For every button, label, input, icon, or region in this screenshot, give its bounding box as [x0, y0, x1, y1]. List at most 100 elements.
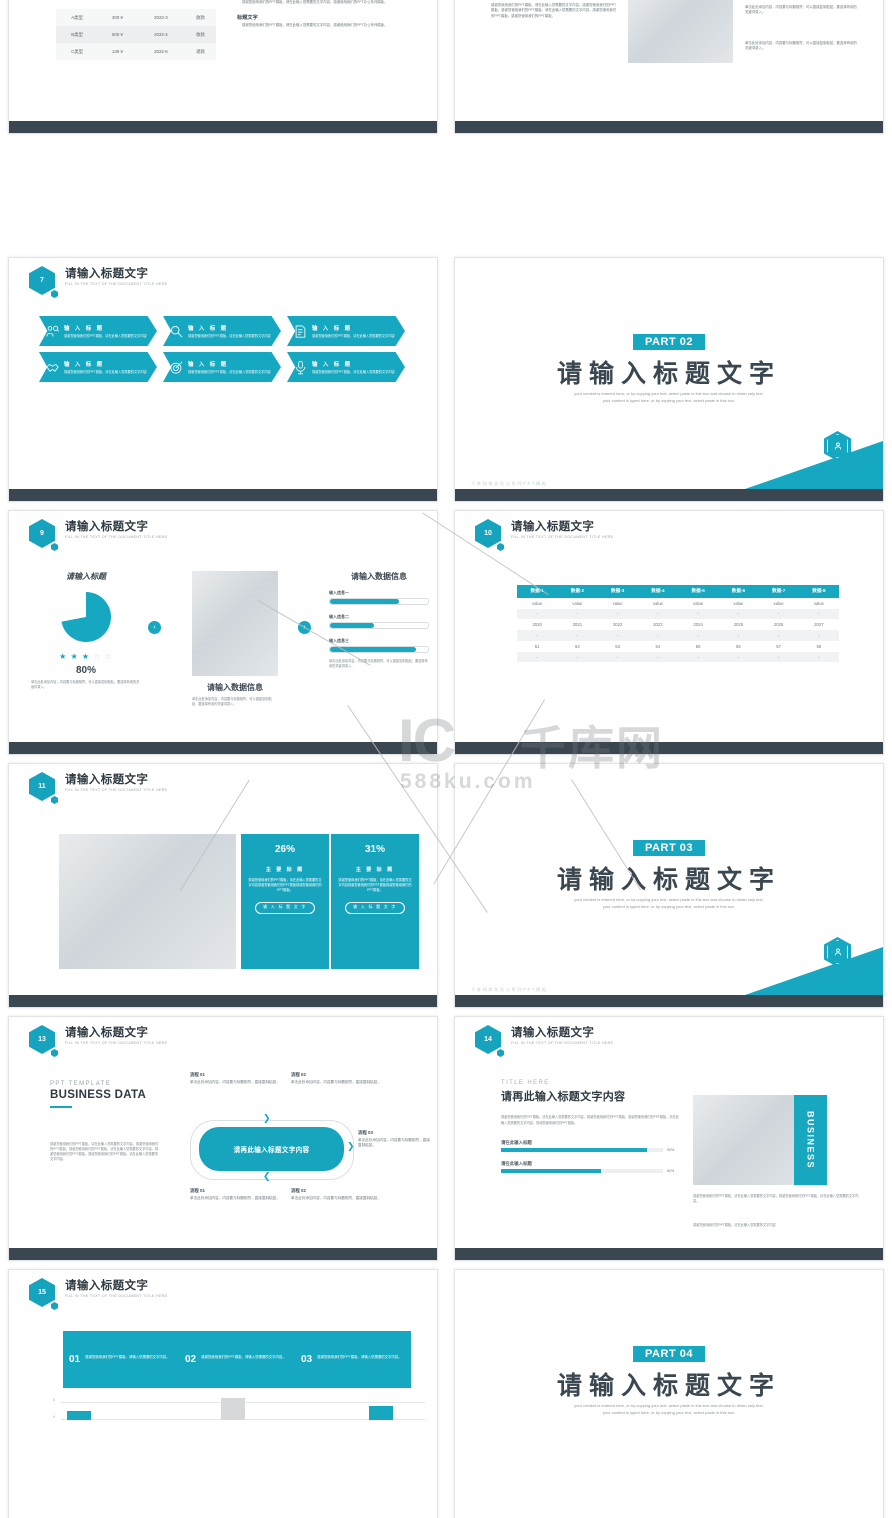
photo-applause [192, 571, 278, 676]
cell: 2026 [773, 622, 784, 628]
arrow-item[interactable]: 输 入 标 题感谢您使用我们的PPT模板，请在此输入您需要的文字内容 [163, 352, 281, 382]
arrow-item[interactable]: 输 入 标 题感谢您使用我们的PPT模板，请在此输入您需要的文字内容 [287, 352, 405, 382]
chevron-left-icon: ❮ [263, 1171, 271, 1181]
slide-cell-12[interactable]: PART 03 请输入标题文字 your content is entered … [446, 759, 892, 1012]
slide-number-hexagon: 14 [467, 1023, 509, 1063]
slide-cell-13[interactable]: 13 请输入标题文字 FILL IN THE TEXT OF THE DOCUM… [0, 1012, 446, 1265]
stat-button[interactable]: 输 入 标 题 文 字 [345, 902, 405, 914]
slide-cell-11[interactable]: 11 请输入标题文字 FILL IN THE TEXT OF THE DOCUM… [0, 759, 446, 1012]
stat-card[interactable]: 31% 主 要 标 题 感谢您使用我们的PPT模板，请在此输入您需要的文字内容感… [331, 834, 419, 969]
cell: - [597, 651, 638, 663]
slide-cell-top-right[interactable]: 感谢您使用我们的PPT模板，请在此输入您需要的文字内容。感谢您使用我们的PPT模… [446, 0, 892, 253]
cell: 58 [816, 643, 822, 649]
slide-top-left[interactable]: A类型 300 ¥ 2022-3 收款 B类型 500 ¥ 2022-4 收款 … [8, 0, 438, 134]
part-badge: PART 03 [633, 840, 705, 856]
slide-10[interactable]: 10 请输入标题文字 FILL IN THE TEXT OF THE DOCUM… [454, 510, 884, 755]
page-title: 请输入标题文字 [511, 521, 595, 533]
bar-item: 请在此输入标题 90% [501, 1140, 681, 1153]
arrow-heading: 输 入 标 题 [188, 326, 229, 333]
center-body: 单击此处添加内容，内容要与标题相符。可以直接复制粘贴，要选择有用的关键词录入。 [192, 697, 272, 706]
chart-bar [221, 1398, 245, 1420]
arrow-item[interactable]: 输 入 标 题感谢您使用我们的PPT模板，请在此输入您需要的文字内容 [163, 316, 281, 346]
arrow-body: 感谢您使用我们的PPT模板，请在此输入您需要的文字内容 [188, 369, 271, 374]
banner-item[interactable]: 01 感谢您使用我们的PPT模板，请输入您需要的文字内容。 [63, 1354, 179, 1365]
slide-header: 13 请输入标题文字 FILL IN THE TEXT OF THE DOCUM… [21, 1023, 167, 1063]
cycle-center-label: 请再此输入标题文字内容 [199, 1127, 344, 1171]
bar-label: 输入信息三 [329, 638, 349, 643]
slide-7[interactable]: 7 请输入标题文字 FILL IN THE TEXT OF THE DOCUME… [8, 257, 438, 502]
arrow-item[interactable]: 输 入 标 题感谢您使用我们的PPT模板，请在此输入您需要的文字内容 [39, 316, 157, 346]
cell: 500 ¥ [98, 26, 137, 43]
arrow-body: 感谢您使用我们的PPT模板，请在此输入您需要的文字内容 [64, 333, 147, 338]
slide-number: 9 [29, 519, 55, 548]
step-item: 流程 01 单击此处添加内容，内容要与标题相符，直接复制粘贴。 [190, 1188, 285, 1201]
bar-item: 请在此输入标题 62% [501, 1161, 681, 1174]
cell: - [557, 651, 598, 663]
cell: - [758, 651, 799, 663]
slide-number-hexagon: 9 [21, 517, 63, 557]
part-footer-text: 千库网商务办公系列PPT模板 [471, 987, 548, 992]
slide-16-part04[interactable]: PART 04 请输入标题文字 your content is entered … [454, 1269, 884, 1518]
table-row: B类型 500 ¥ 2022-4 收款 [56, 26, 216, 43]
stat-button[interactable]: 输 入 标 题 文 字 [255, 902, 315, 914]
slide-11[interactable]: 11 请输入标题文字 FILL IN THE TEXT OF THE DOCUM… [8, 763, 438, 1008]
cell: 2027 [814, 622, 824, 628]
slide-cell-7[interactable]: 7 请输入标题文字 FILL IN THE TEXT OF THE DOCUME… [0, 253, 446, 506]
slide-9[interactable]: 9 请输入标题文字 FILL IN THE TEXT OF THE DOCUME… [8, 510, 438, 755]
slide-13[interactable]: 13 请输入标题文字 FILL IN THE TEXT OF THE DOCUM… [8, 1016, 438, 1261]
cell: - [798, 651, 839, 663]
page-title: 请输入标题文字 [65, 268, 149, 280]
arrow-item[interactable]: 输 入 标 题感谢您使用我们的PPT模板，请在此输入您需要的文字内容 [287, 316, 405, 346]
table-row: 2020 2021 2022 2023 2024 2025 2026 2027 [517, 619, 839, 630]
price-table: A类型 300 ¥ 2022-3 收款 B类型 500 ¥ 2022-4 收款 … [56, 9, 216, 60]
person-icon [834, 442, 841, 450]
slide-cell-9[interactable]: 9 请输入标题文字 FILL IN THE TEXT OF THE DOCUME… [0, 506, 446, 759]
cell: 收款 [184, 26, 216, 43]
slide-top-right[interactable]: 感谢您使用我们的PPT模板，请在此输入您需要的文字内容。感谢您使用我们的PPT模… [454, 0, 884, 134]
slide-cell-16[interactable]: PART 04 请输入标题文字 your content is entered … [446, 1265, 892, 1518]
right-paragraph: 单击此处添加内容，内容要与标题相符，可以直接复制粘贴。要选择有用的关键词录入。 [745, 5, 857, 15]
slide-cell-14[interactable]: 14 请输入标题文字 FILL IN THE TEXT OF THE DOCUM… [446, 1012, 892, 1265]
slide-cell-top-left[interactable]: A类型 300 ¥ 2022-3 收款 B类型 500 ¥ 2022-4 收款 … [0, 0, 446, 253]
part-badge: PART 02 [633, 334, 705, 350]
bar-fill [330, 599, 399, 604]
step-body: 单击此处添加内容，内容要与标题相符，直接复制粘贴。 [291, 1196, 381, 1200]
slide-header: 11 请输入标题文字 FILL IN THE TEXT OF THE DOCUM… [21, 770, 167, 810]
slide-cell-10[interactable]: 10 请输入标题文字 FILL IN THE TEXT OF THE DOCUM… [446, 506, 892, 759]
prev-button[interactable]: ‹ [148, 621, 161, 634]
slide-footer-bar [455, 121, 883, 133]
cell: - [517, 630, 558, 641]
part-footer-text: 千库网商务办公系列PPT模板 [471, 481, 548, 486]
banner-item[interactable]: 03 感谢您使用我们的PPT模板，请输入您需要的文字内容。 [295, 1354, 411, 1365]
bar-value: 62% [667, 1169, 675, 1174]
page-subtitle: FILL IN THE TEXT OF THE DOCUMENT TITLE H… [65, 1294, 168, 1298]
part-subtitle: your content is entered here, or by copy… [455, 897, 883, 910]
step-item: 流程 03 单击此处添加内容，内容要与标题相符，直接复制粘贴。 [358, 1130, 430, 1149]
part-subtitle-line2: your content is typed here, or by copyin… [602, 903, 736, 909]
stat-card[interactable]: 26% 主 要 标 题 感谢您使用我们的PPT模板，请在此输入您需要的文字内容感… [241, 834, 329, 969]
caption-two: 感谢您使用我们的PPT模板，请在此输入您需要的文字内容 [693, 1223, 776, 1227]
slide-footer-bar [455, 742, 883, 754]
user-search-icon [46, 325, 60, 337]
slide-8-part02[interactable]: PART 02 请输入标题文字 your content is entered … [454, 257, 884, 502]
step-item: 流程 02 单击此处添加内容，内容要与标题相符，直接复制粘贴。 [291, 1072, 386, 1085]
slide-cell-8[interactable]: PART 02 请输入标题文字 your content is entered … [446, 253, 892, 506]
step-label: 流程 01 [190, 1188, 205, 1193]
cell: 2025 [733, 622, 744, 628]
bar-label: 输入信息一 [329, 590, 349, 595]
slide-15[interactable]: 15 请输入标题文字 FILL IN THE TEXT OF THE DOCUM… [8, 1269, 438, 1518]
arrow-item[interactable]: 输 入 标 题感谢您使用我们的PPT模板，请在此输入您需要的文字内容 [39, 352, 157, 382]
slide-cell-15[interactable]: 15 请输入标题文字 FILL IN THE TEXT OF THE DOCUM… [0, 1265, 446, 1518]
slide-14[interactable]: 14 请输入标题文字 FILL IN THE TEXT OF THE DOCUM… [454, 1016, 884, 1261]
center-column: 请输入数据信息 单击此处添加内容，内容要与标题相符。可以直接复制粘贴，要选择有用… [192, 571, 278, 707]
slide-12-part03[interactable]: PART 03 请输入标题文字 your content is entered … [454, 763, 884, 1008]
bar-track [329, 622, 429, 629]
cell: A类型 [56, 9, 99, 26]
slide-header: 10 请输入标题文字 FILL IN THE TEXT OF THE DOCUM… [467, 517, 613, 557]
y-axis-tick: 4 [53, 1415, 55, 1419]
step-label: 流程 01 [190, 1072, 205, 1077]
arrow-list: 输 入 标 题感谢您使用我们的PPT模板，请在此输入您需要的文字内容 输 入 标… [39, 316, 409, 382]
y-axis-tick: 5 [53, 1398, 55, 1402]
banner-item[interactable]: 02 感谢您使用我们的PPT模板，请输入您需要的文字内容。 [179, 1354, 295, 1365]
chart-bar [67, 1411, 91, 1420]
